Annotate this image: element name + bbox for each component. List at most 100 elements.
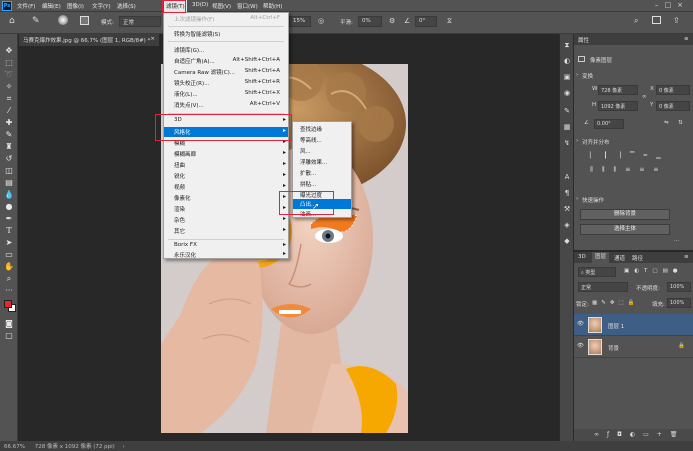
tools-panel-icon[interactable]: ⚒ bbox=[562, 204, 572, 214]
history-brush-tool-icon[interactable]: ↺ bbox=[3, 154, 15, 164]
distribute-center-icon[interactable]: ⫼ bbox=[602, 166, 614, 173]
align-bottom-icon[interactable]: ▁ bbox=[656, 152, 670, 159]
swatches-panel-icon[interactable]: ▦ bbox=[562, 122, 572, 132]
distribute-middle-icon[interactable]: ≡ bbox=[639, 166, 653, 173]
delete-layer-icon[interactable]: 🗑 bbox=[670, 431, 686, 438]
y-field[interactable]: 0 像素 bbox=[656, 101, 690, 111]
menu-item-filter-gallery[interactable]: 滤镜库(G)... bbox=[164, 45, 288, 55]
menu-item-render[interactable]: 渲染 ▸ bbox=[164, 204, 288, 214]
menu-item-other[interactable]: 其它 ▸ bbox=[164, 226, 288, 236]
history-panel-icon[interactable]: ⧗ bbox=[562, 40, 572, 50]
smoothing-options-icon[interactable]: ⚙ bbox=[389, 17, 395, 25]
brush-preset-icon[interactable] bbox=[58, 15, 68, 25]
pressure-opacity-icon[interactable]: ◎ bbox=[318, 17, 324, 25]
menu-file[interactable]: 文件(F) bbox=[17, 2, 35, 10]
menu-item-3d[interactable]: 3D ▸ bbox=[164, 116, 288, 126]
hand-tool-icon[interactable]: ✋ bbox=[3, 262, 15, 272]
menu-item-adaptive-wide-angle[interactable]: 自适应广角(A)... Alt+Shift+Ctrl+A bbox=[164, 56, 288, 66]
layers-panel-menu-icon[interactable]: ≡ bbox=[684, 254, 689, 260]
mode-select[interactable]: 正常 bbox=[119, 16, 161, 27]
menu-item-camera-raw[interactable]: Camera Raw 滤镜(C)... Shift+Ctrl+A bbox=[164, 67, 288, 77]
panel-menu-icon[interactable]: ≡ bbox=[684, 36, 689, 42]
color-panel-icon[interactable]: ◉ bbox=[562, 88, 572, 98]
menu-item-convert-smart-filter[interactable]: 转换为智能滤镜(S) bbox=[164, 29, 288, 39]
brush-panel-icon[interactable] bbox=[80, 16, 89, 25]
shapes-panel-icon[interactable]: ◆ bbox=[562, 236, 572, 246]
link-icon[interactable]: ∞ bbox=[642, 94, 647, 100]
group-icon[interactable]: ▭ bbox=[643, 431, 657, 438]
align-chevron-icon[interactable]: › bbox=[576, 138, 578, 144]
home-icon[interactable]: ⌂ bbox=[9, 16, 15, 26]
lock-all-icon[interactable]: 🔒 bbox=[628, 300, 639, 306]
quick-actions-chevron-icon[interactable]: › bbox=[576, 196, 578, 202]
blur-tool-icon[interactable]: 💧 bbox=[3, 190, 15, 200]
glyph-panel-icon[interactable]: ◈ bbox=[562, 220, 572, 230]
menu-type[interactable]: 文字(Y) bbox=[92, 2, 111, 10]
adjustment-layer-icon[interactable]: ◐ bbox=[630, 431, 643, 438]
paths-panel-icon[interactable]: ↯ bbox=[562, 138, 572, 148]
angle-field[interactable]: 0° bbox=[415, 16, 437, 27]
menu-item-video[interactable]: 视频 ▸ bbox=[164, 182, 288, 192]
menu-item-last-filter[interactable]: 上次滤镜操作(F) Alt+Ctrl+F bbox=[164, 14, 288, 24]
menu-window[interactable]: 窗口(W) bbox=[237, 2, 258, 10]
tab-properties[interactable]: 属性 bbox=[578, 36, 589, 44]
tab-3d[interactable]: 3D bbox=[578, 254, 586, 260]
status-arrow-icon[interactable]: › bbox=[123, 444, 125, 450]
quick-mask-icon[interactable]: ◙ bbox=[3, 319, 15, 329]
workspace-icon[interactable] bbox=[652, 16, 661, 24]
filter-toggle-icon[interactable]: ● bbox=[673, 268, 683, 274]
submenu-item-find-edges[interactable]: 查找边缘 bbox=[293, 124, 351, 134]
distribute-bottom-icon[interactable]: ≡ bbox=[653, 166, 667, 173]
menu-item-lens-correction[interactable]: 镜头校正(R)... Shift+Ctrl+R bbox=[164, 78, 288, 88]
opacity-field[interactable]: 15% bbox=[289, 16, 311, 27]
character-panel-icon[interactable]: A bbox=[562, 172, 572, 182]
zoom-tool-icon[interactable]: ⌕ bbox=[3, 274, 15, 284]
menu-item-distort[interactable]: 扭曲 ▸ bbox=[164, 160, 288, 170]
close-window-icon[interactable]: × bbox=[677, 1, 689, 9]
visibility-eye-icon[interactable]: 👁 bbox=[577, 343, 584, 349]
menu-filter[interactable]: 滤镜(T) bbox=[164, 0, 187, 12]
link-layers-icon[interactable]: ∞ bbox=[594, 431, 607, 438]
align-right-icon[interactable]: ▕ bbox=[616, 152, 630, 159]
layer-row[interactable]: 👁 背景 🔒 bbox=[574, 336, 693, 358]
quick-select-tool-icon[interactable]: ✧ bbox=[3, 82, 15, 92]
foreground-color-swatch[interactable] bbox=[4, 300, 12, 308]
align-top-icon[interactable]: ▔ bbox=[630, 152, 644, 159]
brush-tool-icon[interactable]: ✎ bbox=[32, 16, 40, 26]
layer-row[interactable]: 👁 图层 1 bbox=[574, 314, 693, 336]
rectangle-tool-icon[interactable]: ▭ bbox=[3, 250, 15, 260]
screen-mode-icon[interactable]: ▢ bbox=[3, 331, 15, 341]
tab-paths[interactable]: 路径 bbox=[632, 254, 643, 262]
zoom-level[interactable]: 66.67% bbox=[4, 444, 25, 450]
submenu-item-extrude[interactable]: 凸出... bbox=[293, 199, 351, 209]
document-tab[interactable]: 马赛克爆炸效果.jpg @ 66.7% (图层 1, RGB/8#) * × bbox=[19, 34, 159, 46]
align-middle-icon[interactable]: ━ bbox=[644, 152, 657, 159]
distribute-top-icon[interactable]: ≡ bbox=[625, 166, 639, 173]
distribute-right-icon[interactable]: ⫼ bbox=[614, 166, 626, 173]
layer-filter-select[interactable]: ⌕ 类型 bbox=[578, 267, 616, 277]
filter-shape-icon[interactable]: ▢ bbox=[652, 268, 662, 274]
stamp-tool-icon[interactable]: ♜ bbox=[3, 142, 15, 152]
healing-brush-tool-icon[interactable]: ✚ bbox=[3, 118, 15, 128]
type-tool-icon[interactable]: T bbox=[3, 226, 15, 236]
gradient-tool-icon[interactable]: ▤ bbox=[3, 178, 15, 188]
lock-pixels-icon[interactable]: ▦ bbox=[592, 300, 601, 306]
menu-select[interactable]: 选择(S) bbox=[117, 2, 136, 10]
pen-tool-icon[interactable]: ✒ bbox=[3, 214, 15, 224]
align-left-icon[interactable]: ▏ bbox=[590, 152, 604, 159]
lasso-tool-icon[interactable]: ➰ bbox=[3, 70, 15, 80]
paragraph-panel-icon[interactable]: ¶ bbox=[562, 188, 572, 198]
crop-tool-icon[interactable]: ⌗ bbox=[3, 94, 15, 104]
align-center-icon[interactable]: ┃ bbox=[604, 152, 617, 159]
share-icon[interactable]: ⇪ bbox=[673, 16, 680, 25]
menu-3d[interactable]: 3D(D) bbox=[192, 2, 208, 8]
tab-channels[interactable]: 通道 bbox=[614, 254, 625, 262]
angle-prop-field[interactable]: 0.00° bbox=[594, 119, 624, 129]
filter-adjust-icon[interactable]: ◐ bbox=[634, 268, 644, 274]
libraries-panel-icon[interactable]: ▣ bbox=[562, 72, 572, 82]
x-field[interactable]: 0 像素 bbox=[656, 85, 690, 95]
brush-tool-icon-left[interactable]: ✎ bbox=[3, 130, 15, 140]
remove-background-button[interactable]: 删除背景 bbox=[580, 209, 670, 220]
brush-settings-panel-icon[interactable]: ✎ bbox=[562, 106, 572, 116]
path-select-tool-icon[interactable]: ➤ bbox=[3, 238, 15, 248]
